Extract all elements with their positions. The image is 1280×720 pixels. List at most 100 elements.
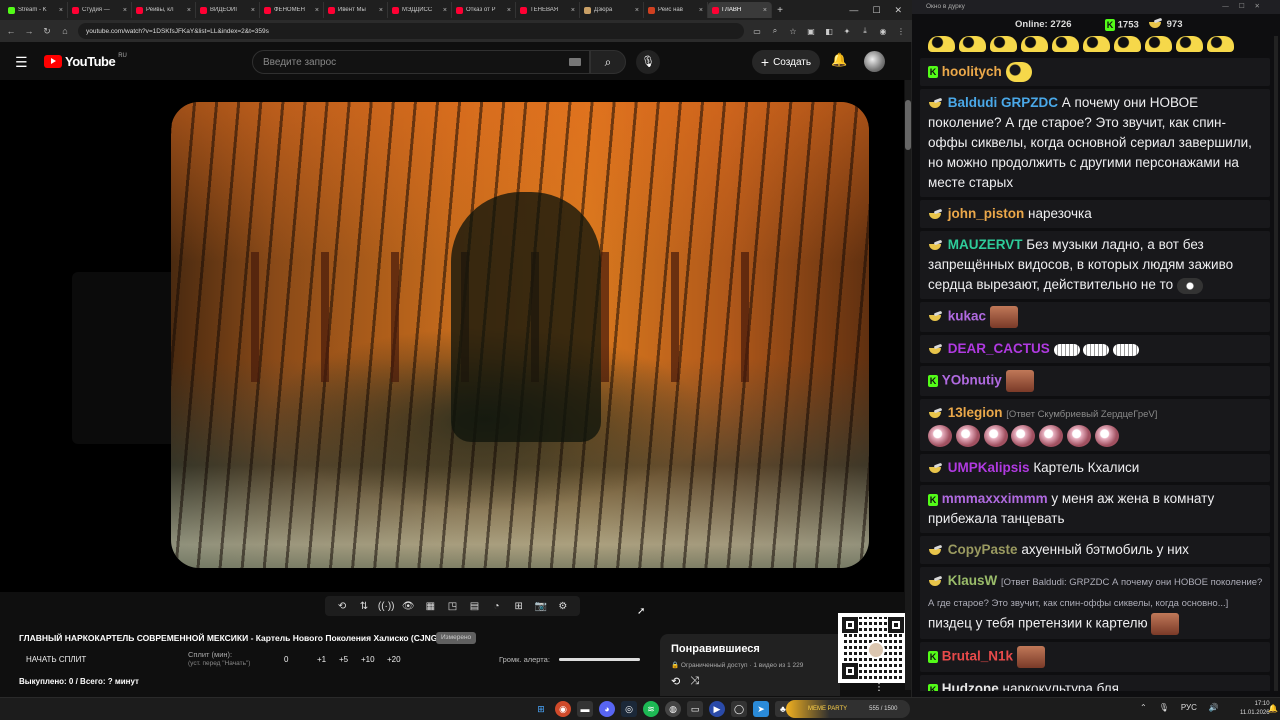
eye-icon[interactable]: 👁 <box>399 601 417 612</box>
close-tab-icon[interactable]: × <box>251 7 255 14</box>
add-frame-icon[interactable]: ⊞ <box>510 601 528 612</box>
chat-username[interactable]: john_piston <box>948 206 1025 221</box>
shuffle-icon[interactable]: ⤨ <box>690 675 699 688</box>
spotify-icon[interactable]: ≋ <box>643 701 659 717</box>
home-icon[interactable]: ⌂ <box>60 26 70 36</box>
speaker-icon[interactable]: 🔊 <box>1209 703 1219 712</box>
discord-icon[interactable]: ◕ <box>599 701 615 717</box>
split-add-20-button[interactable]: +20 <box>387 655 401 664</box>
chat-username[interactable]: MAUZERVT <box>948 237 1023 252</box>
settings-icon[interactable]: ⚙ <box>554 601 572 612</box>
microphone-icon[interactable]: 🎙 <box>1159 703 1169 712</box>
search-button[interactable]: ⌕ <box>590 50 626 74</box>
menu-dots-icon[interactable]: ⋮ <box>896 27 906 36</box>
chat-username[interactable]: hoolitych <box>942 64 1002 79</box>
chat-message-list[interactable]: K hoolitych Baldudi GRPZDC А почему они … <box>920 36 1270 691</box>
bookmark-star-icon[interactable]: ☆ <box>788 27 798 36</box>
chat-username[interactable]: kukac <box>948 309 986 324</box>
hamburger-menu-icon[interactable]: ☰ <box>15 54 28 71</box>
chat-username[interactable]: DEAR_CACTUS <box>948 341 1050 356</box>
close-tab-icon[interactable]: × <box>763 7 767 14</box>
camera-icon[interactable]: 📷 <box>532 601 550 612</box>
create-button[interactable]: + Создать <box>752 50 820 74</box>
media-icon[interactable]: ▬ <box>577 701 593 717</box>
close-tab-icon[interactable]: × <box>571 7 575 14</box>
chat-username[interactable]: mmmaxxximmm <box>942 491 1048 506</box>
video-frame[interactable] <box>171 102 869 568</box>
avatar[interactable] <box>864 51 885 72</box>
zoom-icon[interactable]: ⌕ <box>770 26 780 36</box>
page-scrollbar[interactable] <box>905 80 911 690</box>
forward-icon[interactable]: → <box>24 26 34 36</box>
playlist-title[interactable]: Понравившиеся <box>671 643 829 655</box>
tab[interactable]: Рейс нав × <box>644 2 708 18</box>
reload-icon[interactable]: ↻ <box>42 26 52 37</box>
split-add-1-button[interactable]: +1 <box>317 655 326 664</box>
download-icon[interactable]: ⤓ <box>860 26 870 36</box>
loop-icon[interactable]: ⟲ <box>333 601 351 612</box>
speed-icon[interactable]: ◔ <box>488 601 506 612</box>
minimize-button[interactable]: — <box>849 5 858 16</box>
meme-party-widget[interactable]: MEME PARTY 555 / 1500 <box>786 700 910 718</box>
tab-active[interactable]: ГЛАВН × <box>708 2 772 18</box>
extension-icon[interactable]: ◧ <box>824 27 834 36</box>
tab[interactable]: ФЕНОМЕН × <box>260 2 324 18</box>
notification-bell-icon[interactable]: 🔔 <box>1268 704 1278 713</box>
more-options-icon[interactable]: ⋮ <box>874 682 884 693</box>
chat-username[interactable]: 13legion <box>948 405 1003 420</box>
frames-icon[interactable]: ▤ <box>466 601 484 612</box>
video-player[interactable] <box>0 80 904 592</box>
chat-username[interactable]: Hudzone <box>942 681 999 691</box>
split-add-10-button[interactable]: +10 <box>361 655 375 664</box>
keyboard-icon[interactable] <box>569 58 581 66</box>
tab[interactable]: Отказ от Р × <box>452 2 516 18</box>
app-icon[interactable]: ◯ <box>731 701 747 717</box>
tab[interactable]: Stream - K × <box>4 2 68 18</box>
sort-icon[interactable]: ⇅ <box>355 601 373 612</box>
close-window-button[interactable]: ✕ <box>894 5 902 16</box>
search-input[interactable]: Введите запрос <box>252 50 590 74</box>
close-tab-icon[interactable]: × <box>379 7 383 14</box>
chat-username[interactable]: Brutal_N1k <box>942 649 1013 664</box>
pip-icon[interactable]: ◳ <box>443 601 461 612</box>
voice-search-button[interactable]: 🎙 <box>636 50 660 74</box>
close-tab-icon[interactable]: × <box>59 7 63 14</box>
close-tab-icon[interactable]: × <box>443 7 447 14</box>
close-tab-icon[interactable]: × <box>699 7 703 14</box>
maximize-button[interactable]: ☐ <box>872 5 880 16</box>
tab[interactable]: ТЕНЕВАЯ × <box>516 2 580 18</box>
telegram-icon[interactable]: ➤ <box>753 701 769 717</box>
app-icon[interactable]: ▭ <box>687 701 703 717</box>
chrome-icon[interactable]: ◉ <box>555 701 571 717</box>
puzzle-icon[interactable]: ✦ <box>842 27 852 36</box>
extension-icon[interactable]: ▣ <box>806 27 816 36</box>
tab[interactable]: Рейвы, кл × <box>132 2 196 18</box>
new-tab-button[interactable]: + <box>772 5 788 16</box>
broadcast-icon[interactable]: ((·)) <box>377 601 395 612</box>
chat-scrollbar[interactable] <box>1274 36 1278 691</box>
tab[interactable]: Студия — × <box>68 2 132 18</box>
windows-icon[interactable]: ⊞ <box>533 701 549 717</box>
alert-volume-slider[interactable] <box>559 658 640 661</box>
back-icon[interactable]: ← <box>6 26 16 36</box>
close-tab-icon[interactable]: × <box>507 7 511 14</box>
split-add-5-button[interactable]: +5 <box>339 655 348 664</box>
url-field[interactable]: youtube.com/watch?v=1DSKfsJFKaY&list=LL&… <box>78 23 744 39</box>
close-tab-icon[interactable]: × <box>187 7 191 14</box>
language-indicator[interactable]: РУС <box>1181 703 1197 712</box>
tab[interactable]: Дзюра × <box>580 2 644 18</box>
chevron-up-icon[interactable]: ⌃ <box>1140 703 1147 712</box>
close-tab-icon[interactable]: × <box>315 7 319 14</box>
profile-icon[interactable]: ◉ <box>878 27 888 36</box>
notifications-bell-icon[interactable]: 🔔 <box>831 52 847 68</box>
film-icon[interactable]: ▦ <box>421 601 439 612</box>
start-split-button[interactable]: НАЧАТЬ СПЛИТ <box>26 655 86 664</box>
chat-username[interactable]: KlausW <box>948 573 998 588</box>
cast-icon[interactable]: ▭ <box>752 27 762 36</box>
chat-username[interactable]: YObnutiy <box>942 373 1002 388</box>
chat-username[interactable]: UMPKalipsis <box>948 460 1030 475</box>
scrollbar-thumb[interactable] <box>905 100 911 150</box>
player-icon[interactable]: ▶ <box>709 701 725 717</box>
chat-username[interactable]: CopyPaste <box>948 542 1018 557</box>
tab[interactable]: МЭДДИСС × <box>388 2 452 18</box>
